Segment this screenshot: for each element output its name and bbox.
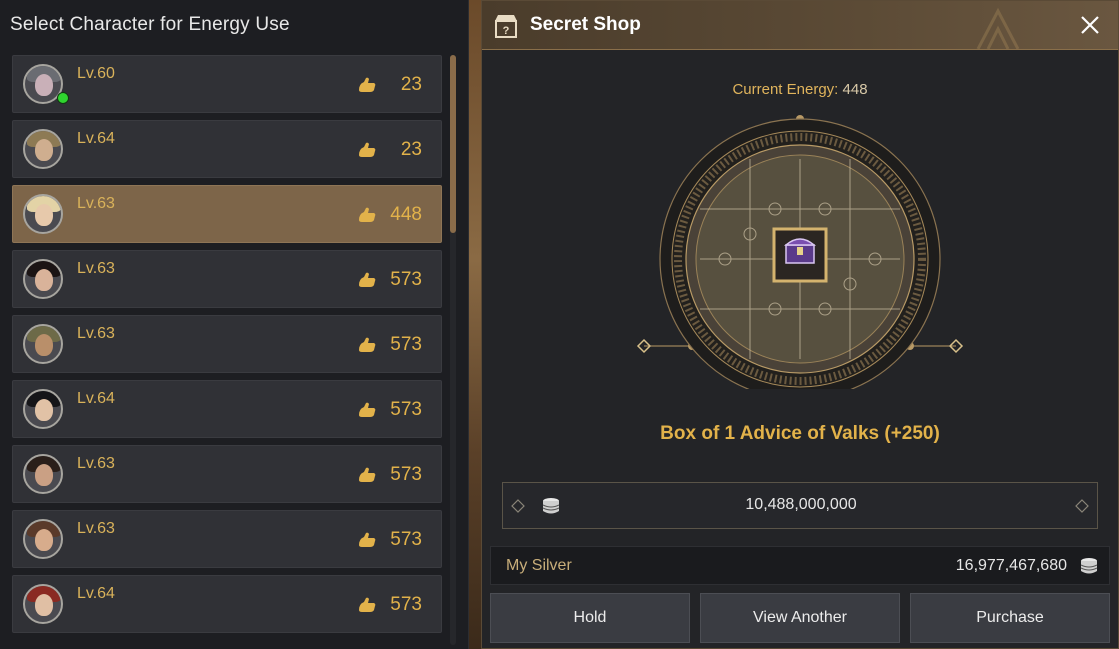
character-energy: 573 xyxy=(390,399,422,420)
character-energy: 23 xyxy=(400,139,422,160)
avatar-face xyxy=(35,399,53,421)
my-silver-label: My Silver xyxy=(506,557,572,574)
avatar-face xyxy=(35,464,53,486)
purchase-button[interactable]: Purchase xyxy=(910,593,1110,643)
price-bar: 10,488,000,000 xyxy=(502,482,1098,529)
character-energy: 573 xyxy=(390,334,422,355)
header-ornament xyxy=(976,7,1020,49)
character-energy: 23 xyxy=(400,74,422,95)
character-level: Lv.64 xyxy=(77,585,115,602)
price-value: 10,488,000,000 xyxy=(745,496,857,513)
avatar-face xyxy=(35,204,53,226)
energy-label: Current Energy: xyxy=(732,81,839,98)
avatar xyxy=(23,194,63,234)
shop-question-icon: ? xyxy=(495,15,517,38)
avatar xyxy=(23,584,63,624)
avatar-face xyxy=(35,529,53,551)
avatar-face xyxy=(35,139,53,161)
secret-shop-window: ? Secret Shop Current Energy: 448 Box of… xyxy=(481,0,1119,649)
view-another-button[interactable]: View Another xyxy=(700,593,900,643)
character-level: Lv.60 xyxy=(77,65,115,82)
treasure-chest-icon xyxy=(783,238,817,264)
character-row[interactable]: Lv.60 23 xyxy=(12,55,442,113)
character-energy: 573 xyxy=(390,529,422,550)
character-row[interactable]: Lv.63 448 xyxy=(12,185,442,243)
avatar xyxy=(23,389,63,429)
character-level: Lv.63 xyxy=(77,520,115,537)
character-energy: 573 xyxy=(390,594,422,615)
character-list: Lv.60 23 Lv.64 23 Lv.63 448 Lv.63 573 Lv.63 573 Lv… xyxy=(12,55,442,640)
avatar xyxy=(23,519,63,559)
character-level: Lv.64 xyxy=(77,130,115,147)
character-level: Lv.64 xyxy=(77,390,115,407)
character-select-panel: Select Character for Energy Use Lv.60 23 L… xyxy=(0,0,469,649)
character-energy: 448 xyxy=(390,204,422,225)
character-level: Lv.63 xyxy=(77,325,115,342)
energy-value: 448 xyxy=(842,81,868,98)
character-level: Lv.63 xyxy=(77,455,115,472)
diamond-ornament-right xyxy=(1075,499,1089,513)
energy-hand-icon xyxy=(359,142,376,157)
avatar-face xyxy=(35,74,53,96)
current-energy: Current Energy: 448 xyxy=(482,81,1118,98)
avatar xyxy=(23,129,63,169)
scrollbar-thumb[interactable] xyxy=(450,55,456,233)
item-name: Box of 1 Advice of Valks (+250) xyxy=(660,423,940,444)
hold-button[interactable]: Hold xyxy=(490,593,690,643)
character-row[interactable]: Lv.63 573 xyxy=(12,315,442,373)
character-row[interactable]: Lv.63 573 xyxy=(12,445,442,503)
energy-hand-icon xyxy=(359,337,376,352)
avatar xyxy=(23,324,63,364)
character-level: Lv.63 xyxy=(77,260,115,277)
online-status-icon xyxy=(57,92,69,104)
silver-coin-stack-icon xyxy=(1080,558,1098,574)
energy-hand-icon xyxy=(359,77,376,92)
character-row[interactable]: Lv.64 573 xyxy=(12,575,442,633)
avatar xyxy=(23,454,63,494)
my-silver-value: 16,977,467,680 xyxy=(955,557,1067,574)
character-level: Lv.63 xyxy=(77,195,115,212)
svg-text:?: ? xyxy=(503,25,510,37)
energy-hand-icon xyxy=(359,597,376,612)
avatar xyxy=(23,259,63,299)
character-energy: 573 xyxy=(390,269,422,290)
avatar-face xyxy=(35,594,53,616)
energy-hand-icon xyxy=(359,207,376,222)
energy-hand-icon xyxy=(359,272,376,287)
close-icon[interactable] xyxy=(1078,13,1102,37)
my-silver-row: My Silver 16,977,467,680 xyxy=(490,546,1110,585)
avatar-face xyxy=(35,334,53,356)
character-row[interactable]: Lv.63 573 xyxy=(12,250,442,308)
shop-header: ? Secret Shop xyxy=(482,1,1118,50)
character-row[interactable]: Lv.63 573 xyxy=(12,510,442,568)
shop-title: Secret Shop xyxy=(530,14,641,35)
energy-hand-icon xyxy=(359,467,376,482)
energy-hand-icon xyxy=(359,402,376,417)
character-energy: 573 xyxy=(390,464,422,485)
avatar-face xyxy=(35,269,53,291)
character-row[interactable]: Lv.64 23 xyxy=(12,120,442,178)
character-row[interactable]: Lv.64 573 xyxy=(12,380,442,438)
energy-hand-icon xyxy=(359,532,376,547)
panel-title: Select Character for Energy Use xyxy=(10,14,290,35)
